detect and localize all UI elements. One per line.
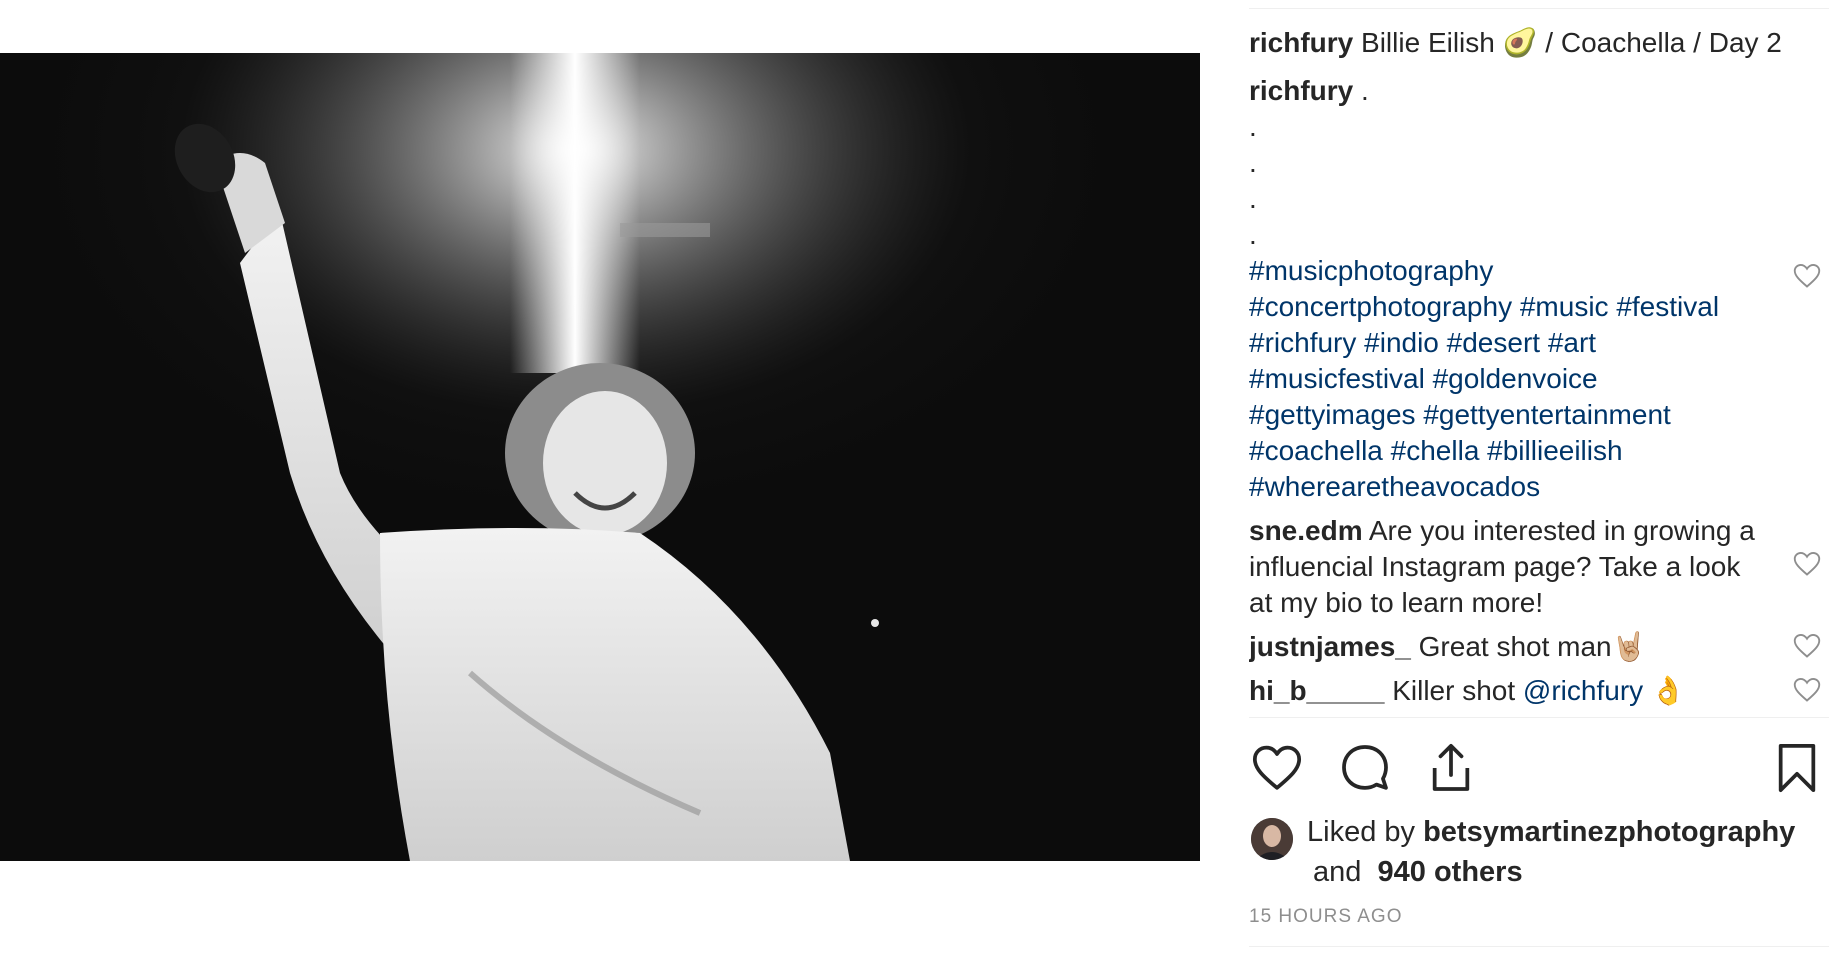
post-photo[interactable] bbox=[0, 53, 1200, 861]
comment-username[interactable]: hi_b_____ bbox=[1249, 675, 1384, 706]
heart-icon[interactable] bbox=[1249, 740, 1305, 796]
comment-like-heart-icon[interactable] bbox=[1793, 551, 1821, 577]
caption-username[interactable]: richfury bbox=[1249, 27, 1353, 58]
dot-line: . bbox=[1249, 147, 1257, 178]
dot-line: . bbox=[1249, 183, 1257, 214]
concert-photo-image bbox=[0, 53, 1200, 861]
top-divider bbox=[1249, 8, 1829, 9]
hashtag-line[interactable]: #gettyimages #gettyentertainment bbox=[1249, 397, 1829, 433]
comment-like-heart-icon[interactable] bbox=[1793, 263, 1821, 289]
liked-by-user[interactable]: betsymartinezphotography bbox=[1423, 816, 1795, 848]
ok-hand-emoji: 👌 bbox=[1650, 675, 1686, 706]
rock-hand-emoji: 🤘🏼 bbox=[1611, 631, 1647, 662]
bookmark-icon[interactable] bbox=[1769, 740, 1825, 796]
caption-text-2: / Coachella / Day 2 bbox=[1545, 27, 1782, 58]
comment-text: Great shot man bbox=[1418, 631, 1612, 662]
comment-item: hi_b_____ Killer shot @richfury 👌 bbox=[1249, 673, 1829, 709]
caption-text: Billie Eilish bbox=[1361, 27, 1495, 58]
first-comment-text: . bbox=[1361, 75, 1369, 106]
comment-item: sne.edm Are you interested in growing a … bbox=[1249, 513, 1829, 621]
comment-item: justnjames_ Great shot man🤘🏼 bbox=[1249, 629, 1829, 665]
comment-username[interactable]: justnjames_ bbox=[1249, 631, 1411, 662]
comment-like-heart-icon[interactable] bbox=[1793, 633, 1821, 659]
hashtags-block: #musicphotography #concertphotography #m… bbox=[1249, 253, 1829, 505]
dot-line: . bbox=[1249, 111, 1257, 142]
comment-text: Killer shot bbox=[1392, 675, 1516, 706]
avocado-emoji: 🥑 bbox=[1502, 27, 1538, 58]
liked-by-others-line: and 940 others bbox=[1313, 852, 1523, 892]
liked-by-prefix: Liked by bbox=[1307, 816, 1416, 848]
hashtag-line[interactable]: #richfury #indio #desert #art bbox=[1249, 325, 1829, 361]
comment-icon[interactable] bbox=[1337, 740, 1393, 796]
first-comment-username[interactable]: richfury bbox=[1249, 75, 1353, 106]
dot-line: . bbox=[1249, 219, 1257, 250]
comment-username[interactable]: sne.edm bbox=[1249, 515, 1363, 546]
liked-by-line: Liked by betsymartinezphotography bbox=[1307, 812, 1795, 852]
share-icon[interactable] bbox=[1423, 740, 1479, 796]
comments-list[interactable]: richfury Billie Eilish 🥑 / Coachella / D… bbox=[1249, 25, 1829, 715]
hashtag-line[interactable]: #coachella #chella #billieeilish bbox=[1249, 433, 1829, 469]
actions-divider bbox=[1249, 717, 1829, 718]
post-timestamp[interactable]: 15 HOURS AGO bbox=[1249, 906, 1403, 928]
hashtag-line[interactable]: #musicphotography bbox=[1249, 253, 1829, 289]
post-actions-bar bbox=[1249, 740, 1829, 800]
post-details-panel: richfury Billie Eilish 🥑 / Coachella / D… bbox=[1249, 0, 1829, 964]
likes-and: and bbox=[1313, 856, 1362, 888]
hashtag-line[interactable]: #concertphotography #music #festival bbox=[1249, 289, 1829, 325]
hashtag-line[interactable]: #wherearetheavocados bbox=[1249, 469, 1829, 505]
liker-avatar[interactable] bbox=[1251, 818, 1293, 860]
hashtag-line[interactable]: #musicfestival #goldenvoice bbox=[1249, 361, 1829, 397]
first-comment-header: richfury . bbox=[1249, 73, 1829, 109]
caption: richfury Billie Eilish 🥑 / Coachella / D… bbox=[1249, 25, 1829, 61]
likes-others-count[interactable]: 940 others bbox=[1378, 856, 1523, 888]
comment-like-heart-icon[interactable] bbox=[1793, 677, 1821, 703]
comment-mention[interactable]: @richfury bbox=[1523, 675, 1643, 706]
bottom-divider bbox=[1249, 946, 1829, 947]
